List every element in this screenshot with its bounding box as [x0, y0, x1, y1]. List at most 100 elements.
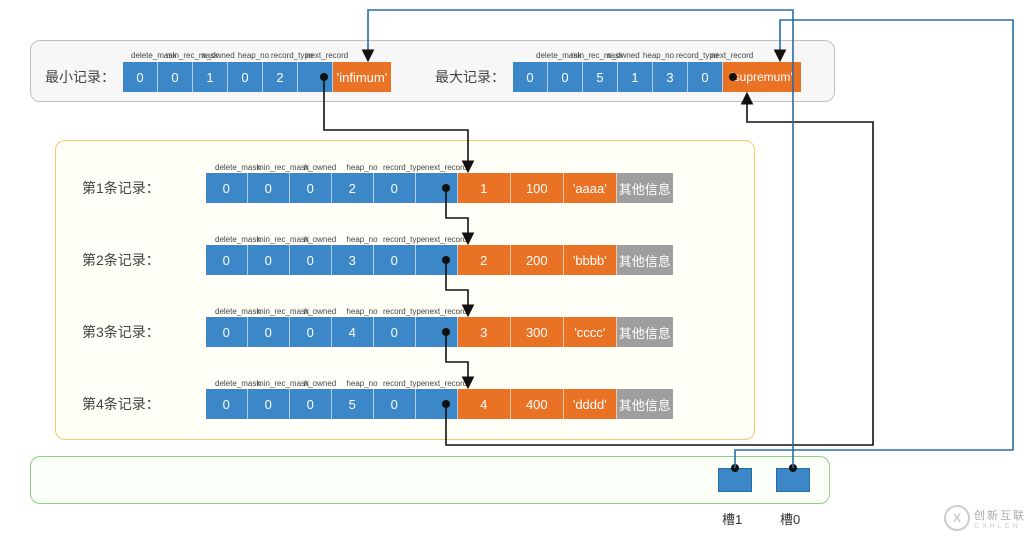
field-heap-no: 0	[228, 62, 263, 92]
header-label: n_owned	[299, 379, 341, 388]
header-label: record_type	[383, 307, 425, 316]
field-delete-mask: 0	[206, 317, 248, 347]
header-label: record_type	[383, 379, 425, 388]
record-title: 最大记录：	[435, 67, 505, 87]
headers-min: delete_mask min_rec_mask n_owned heap_no…	[131, 51, 341, 60]
field-next-record	[416, 389, 458, 419]
header-label: heap_no	[341, 379, 383, 388]
pointer-dot	[442, 328, 450, 336]
col-3: 'cccc'	[564, 317, 617, 347]
pointer-dot	[442, 400, 450, 408]
field-record-type: 0	[374, 389, 416, 419]
slot-label-0: 槽0	[780, 509, 800, 528]
col-2: 400	[511, 389, 564, 419]
field-delete-mask: 0	[513, 62, 548, 92]
field-min-rec-mask: 0	[248, 389, 290, 419]
col-3: 'dddd'	[564, 389, 617, 419]
header-label: min_rec_mask	[257, 379, 299, 388]
pointer-dot	[320, 73, 328, 81]
header-label: delete_mask	[536, 51, 571, 60]
header-label: min_rec_mask	[571, 51, 606, 60]
col-3: 'bbbb'	[564, 245, 617, 275]
record-2: 第2条记录： 0 0 0 3 0 2 200 'bbbb' 其他信息	[82, 245, 673, 275]
col-2: 200	[511, 245, 564, 275]
watermark-subtext: CXHLCN	[974, 523, 1026, 530]
header-label: min_rec_mask	[257, 235, 299, 244]
header-label: delete_mask	[215, 163, 257, 172]
field-record-type: 3	[653, 62, 688, 92]
col-1: 3	[458, 317, 511, 347]
field-min-rec-mask: 0	[158, 62, 193, 92]
field-next-record: 0	[688, 62, 723, 92]
header-label: heap_no	[341, 163, 383, 172]
record-title: 第4条记录：	[82, 394, 160, 414]
field-next-record	[416, 245, 458, 275]
field-n-owned: 0	[290, 245, 332, 275]
field-n-owned: 1	[193, 62, 228, 92]
pointer-dot	[442, 256, 450, 264]
field-heap-no: 5	[332, 389, 374, 419]
header-label: delete_mask	[215, 307, 257, 316]
header-label: next_record	[425, 379, 467, 388]
col-extra: 其他信息	[617, 389, 673, 419]
header-label: record_type	[383, 235, 425, 244]
field-next-record	[416, 317, 458, 347]
field-next-record	[416, 173, 458, 203]
col-2: 100	[511, 173, 564, 203]
header-label: n_owned	[299, 163, 341, 172]
header-label: heap_no	[341, 235, 383, 244]
record-4: 第4条记录： 0 0 0 5 0 4 400 'dddd' 其他信息	[82, 389, 673, 419]
header-label: n_owned	[299, 307, 341, 316]
pointer-dot	[731, 464, 739, 472]
field-delete-mask: 0	[206, 173, 248, 203]
watermark: X 创新互联 CXHLCN	[944, 505, 1026, 531]
header-label: next_record	[425, 307, 467, 316]
field-heap-no: 1	[618, 62, 653, 92]
header-label: heap_no	[341, 307, 383, 316]
headers-r1: delete_mask min_rec_mask n_owned heap_no…	[215, 163, 467, 172]
col-1: 1	[458, 173, 511, 203]
watermark-logo-icon: X	[944, 505, 970, 531]
header-label: min_rec_mask	[257, 307, 299, 316]
field-delete-mask: 0	[206, 389, 248, 419]
header-label: record_type	[271, 51, 306, 60]
headers-r2: delete_mask min_rec_mask n_owned heap_no…	[215, 235, 467, 244]
header-label: min_rec_mask	[257, 163, 299, 172]
header-label: n_owned	[299, 235, 341, 244]
slot-label-1: 槽1	[722, 509, 742, 528]
field-tag: 'infimum'	[333, 62, 391, 92]
header-label: next_record	[711, 51, 746, 60]
header-label: heap_no	[641, 51, 676, 60]
header-label: delete_mask	[215, 379, 257, 388]
record-3: 第3条记录： 0 0 0 4 0 3 300 'cccc' 其他信息	[82, 317, 673, 347]
header-label: record_type	[676, 51, 711, 60]
header-label: n_owned	[606, 51, 641, 60]
header-label: n_owned	[201, 51, 236, 60]
headers-max: delete_mask min_rec_mask n_owned heap_no…	[536, 51, 746, 60]
field-heap-no: 3	[332, 245, 374, 275]
col-1: 2	[458, 245, 511, 275]
header-label: next_record	[425, 163, 467, 172]
field-n-owned: 0	[290, 317, 332, 347]
record-1: 第1条记录： 0 0 0 2 0 1 100 'aaaa' 其他信息	[82, 173, 673, 203]
header-label: next_record	[306, 51, 341, 60]
field-delete-mask: 0	[123, 62, 158, 92]
pointer-dot	[729, 73, 737, 81]
field-delete-mask: 0	[206, 245, 248, 275]
col-extra: 其他信息	[617, 317, 673, 347]
field-record-type: 0	[374, 173, 416, 203]
headers-r4: delete_mask min_rec_mask n_owned heap_no…	[215, 379, 467, 388]
col-extra: 其他信息	[617, 173, 673, 203]
field-min-rec-mask: 0	[248, 317, 290, 347]
field-min-rec-mask: 0	[248, 245, 290, 275]
header-label: next_record	[425, 235, 467, 244]
record-title: 第2条记录：	[82, 250, 160, 270]
header-label: heap_no	[236, 51, 271, 60]
header-label: delete_mask	[215, 235, 257, 244]
field-n-owned: 0	[290, 173, 332, 203]
col-3: 'aaaa'	[564, 173, 617, 203]
pointer-dot	[442, 184, 450, 192]
record-min: 最小记录： 0 0 1 0 2 'infimum'	[45, 62, 391, 92]
header-label: min_rec_mask	[166, 51, 201, 60]
field-record-type: 0	[374, 245, 416, 275]
